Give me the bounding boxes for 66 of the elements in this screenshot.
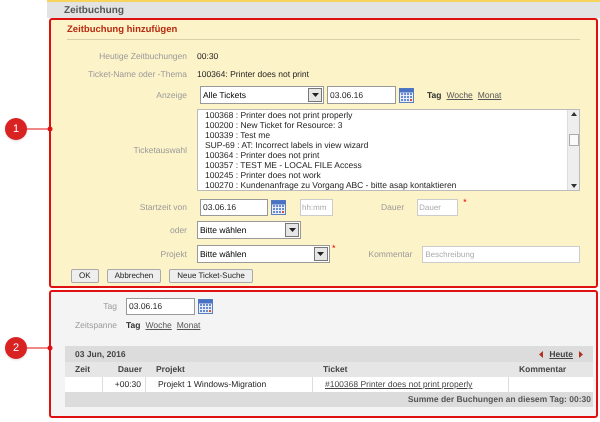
period-link[interactable]: Monat <box>478 88 502 102</box>
form-button[interactable]: OK <box>71 269 99 284</box>
ticket-name: 100364: Printer does not print <box>197 68 309 81</box>
today-link[interactable]: Heute <box>549 348 573 360</box>
field-label: Anzeige <box>155 88 187 102</box>
callout-badge: 2 <box>5 337 27 359</box>
field-label: Startzeit von <box>138 200 187 214</box>
today-total: 00:30 <box>197 50 218 63</box>
section-header: Zeitbuchung <box>47 2 600 18</box>
field-label: Tag <box>102 300 117 313</box>
period-link[interactable]: Monat <box>176 318 200 332</box>
ticket-option[interactable]: 100357 : TEST ME - LOCAL FILE Access <box>205 160 567 170</box>
ticket-listbox[interactable] <box>197 109 580 192</box>
ticket-option[interactable]: 100368 : Printer does not print properly <box>205 110 567 120</box>
period-link[interactable]: Woche <box>446 88 473 102</box>
ticket-option[interactable]: 100339 : Test me <box>205 130 567 140</box>
duration-field[interactable]: Dauer <box>417 198 458 216</box>
dropdown-caret-icon[interactable] <box>308 88 322 102</box>
required-mark: * <box>463 196 467 210</box>
field-label: oder <box>168 224 187 237</box>
field-label: Kommentar <box>367 248 412 261</box>
column-header: Ticket <box>322 363 348 376</box>
calendar-icon[interactable] <box>271 200 286 215</box>
calendar-icon[interactable] <box>198 299 213 314</box>
start-date-field[interactable]: 03.06.16 <box>200 198 268 216</box>
ticket-option[interactable]: SUP-69 : AT: Incorrect labels in view wizard <box>205 140 567 150</box>
column-header: Projekt <box>155 363 186 376</box>
scroll-thumb[interactable] <box>568 134 578 146</box>
ticket-option[interactable]: 100364 : Printer does not print <box>205 150 567 160</box>
project-select[interactable]: Bitte wählen <box>197 245 330 264</box>
field-label: Dauer <box>381 200 404 214</box>
previous-arrow-icon[interactable] <box>539 350 544 358</box>
date-field[interactable]: 03.06.16 <box>327 86 396 104</box>
required-mark: * <box>332 242 336 256</box>
form-title: Zeitbuchung hinzufügen <box>67 23 580 40</box>
activity-select[interactable]: Bitte wählen <box>197 221 301 240</box>
form-button[interactable]: Neue Ticket-Suche <box>169 269 253 284</box>
next-arrow-icon[interactable] <box>579 350 583 358</box>
field-label: Zeitspanne <box>74 318 117 332</box>
scroll-up-icon[interactable] <box>570 112 576 116</box>
ticket-option[interactable]: 100200 : New Ticket for Resource: 3 <box>205 120 567 130</box>
dropdown-caret-icon[interactable] <box>314 247 328 262</box>
field-label: Projekt <box>160 248 187 261</box>
scroll-down-icon[interactable] <box>570 184 576 188</box>
time-field[interactable]: hh:mm <box>300 198 333 216</box>
field-label: Ticketauswahl <box>132 144 187 157</box>
field-label: Ticket-Name oder -Thema <box>87 68 187 81</box>
callout-badge: 1 <box>5 118 27 140</box>
comment-field[interactable]: Beschreibung <box>422 246 580 263</box>
ticket-option[interactable]: 100245 : Printer does not work <box>205 170 567 180</box>
calendar-icon[interactable] <box>399 88 414 103</box>
summary-row: Summe der Buchungen an diesem Tag: 00:30 <box>65 392 593 407</box>
column-header: Kommentar <box>518 363 568 376</box>
ticket-filter-select[interactable]: Alle Tickets <box>200 86 324 104</box>
period-link[interactable]: Tag <box>126 318 140 332</box>
dropdown-caret-icon[interactable] <box>285 223 299 238</box>
column-header: Zeit <box>74 363 92 376</box>
period-link[interactable]: Tag <box>427 88 442 102</box>
form-button[interactable]: Abbrechen <box>106 269 162 284</box>
field-label: Heutige Zeitbuchungen <box>98 50 187 63</box>
ticket-option[interactable]: 100270 : Kundenanfrage zu Vorgang ABC - bitte asap kontaktieren <box>205 180 567 190</box>
period-link[interactable]: Woche <box>145 318 172 332</box>
date-field[interactable]: 03.06.16 <box>126 298 195 315</box>
day-title: 03 Jun, 2016 <box>75 348 126 360</box>
scrollbar[interactable] <box>567 110 579 190</box>
column-header: Dauer <box>116 363 143 376</box>
